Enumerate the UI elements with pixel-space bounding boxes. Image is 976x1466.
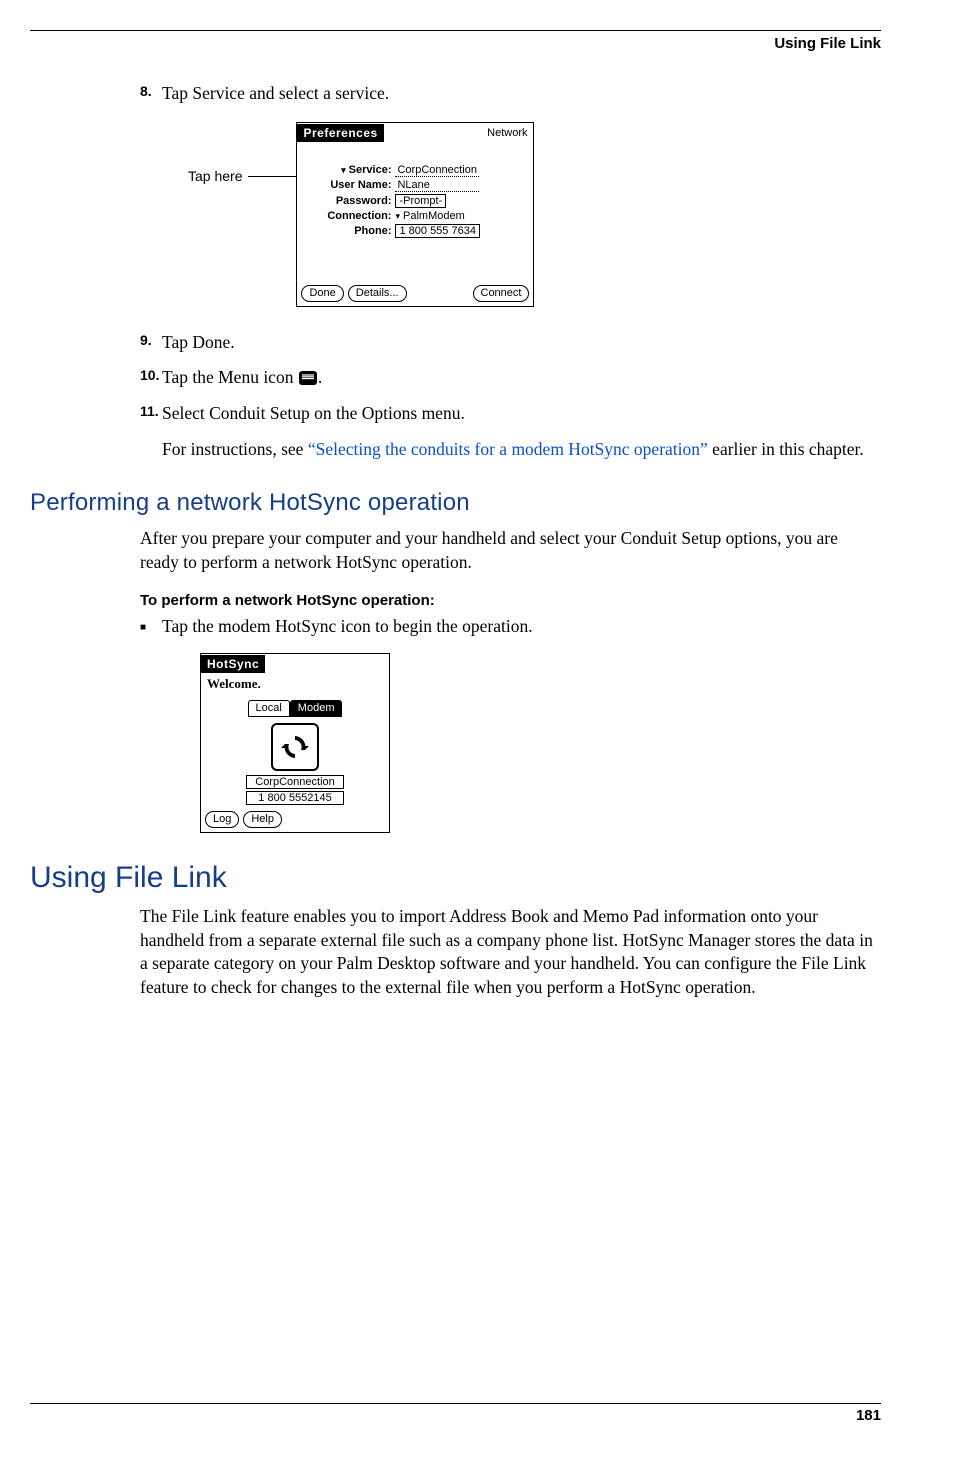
- hotsync-phone-field[interactable]: 1 800 5552145: [246, 791, 344, 805]
- step-text: Tap Done.: [162, 332, 235, 352]
- bullet-item: Tap the modem HotSync icon to begin the …: [140, 615, 881, 639]
- step-text-a: Tap the Menu icon: [162, 367, 298, 387]
- hotsync-welcome: Welcome.: [201, 674, 389, 694]
- done-button[interactable]: Done: [301, 285, 343, 302]
- step-11-note-b: earlier in this chapter.: [708, 439, 864, 459]
- section-heading-performing: Performing a network HotSync operation: [30, 489, 881, 517]
- password-field[interactable]: -Prompt-: [395, 194, 446, 208]
- running-head: Using File Link: [30, 35, 881, 52]
- step-10: 10.Tap the Menu icon .: [140, 366, 881, 390]
- hotsync-screenshot: HotSync Welcome. Local Modem CorpCon: [200, 653, 390, 833]
- preferences-screenshot: Preferences Network Service: CorpConnect…: [296, 122, 534, 307]
- file-link-para: The File Link feature enables you to imp…: [140, 905, 881, 1000]
- username-field[interactable]: NLane: [395, 179, 479, 192]
- palm-category[interactable]: Network: [481, 125, 533, 141]
- callout-tap-here: Tap here: [188, 122, 242, 184]
- step-8: 8.Tap Service and select a service.: [140, 82, 881, 106]
- hotsync-icon[interactable]: [271, 723, 319, 771]
- task-heading: To perform a network HotSync operation:: [140, 592, 881, 609]
- step-number: 8.: [140, 82, 162, 101]
- step-number: 11.: [140, 402, 162, 421]
- step-11-note-a: For instructions, see: [162, 439, 308, 459]
- password-label: Password:: [303, 195, 395, 207]
- username-label: User Name:: [303, 179, 395, 191]
- log-button[interactable]: Log: [205, 811, 239, 828]
- bullet-marker: [140, 615, 162, 639]
- hotsync-connection-field[interactable]: CorpConnection: [246, 775, 344, 789]
- service-label[interactable]: Service:: [303, 164, 395, 176]
- connection-label: Connection:: [303, 210, 395, 222]
- step-number: 10.: [140, 366, 162, 385]
- help-button[interactable]: Help: [243, 811, 282, 828]
- details-button[interactable]: Details...: [348, 285, 407, 302]
- phone-field[interactable]: 1 800 555 7634: [395, 224, 479, 238]
- step-11: 11.Select Conduit Setup on the Options m…: [140, 402, 881, 461]
- connection-field[interactable]: PalmModem: [395, 210, 464, 222]
- callout-leader-line: [248, 176, 296, 177]
- section-heading-file-link: Using File Link: [30, 861, 881, 895]
- section-para: After you prepare your computer and your…: [140, 527, 881, 574]
- step-9: 9.Tap Done.: [140, 331, 881, 355]
- step-text: Tap Service and select a service.: [162, 83, 389, 103]
- tab-modem[interactable]: Modem: [290, 700, 343, 717]
- cross-ref-link[interactable]: “Selecting the conduits for a modem HotS…: [308, 439, 708, 459]
- page-number: 181: [30, 1407, 881, 1424]
- step-text: Select Conduit Setup on the Options menu…: [162, 403, 465, 423]
- service-field[interactable]: CorpConnection: [395, 164, 479, 177]
- connect-button[interactable]: Connect: [473, 285, 530, 302]
- step-number: 9.: [140, 331, 162, 350]
- palm-app-title: Preferences: [297, 124, 383, 142]
- step-text-b: .: [318, 367, 322, 387]
- hotsync-title: HotSync: [201, 655, 265, 673]
- bullet-text: Tap the modem HotSync icon to begin the …: [162, 615, 533, 639]
- phone-label: Phone:: [303, 225, 395, 237]
- menu-icon: [299, 371, 317, 385]
- tab-local[interactable]: Local: [248, 700, 290, 717]
